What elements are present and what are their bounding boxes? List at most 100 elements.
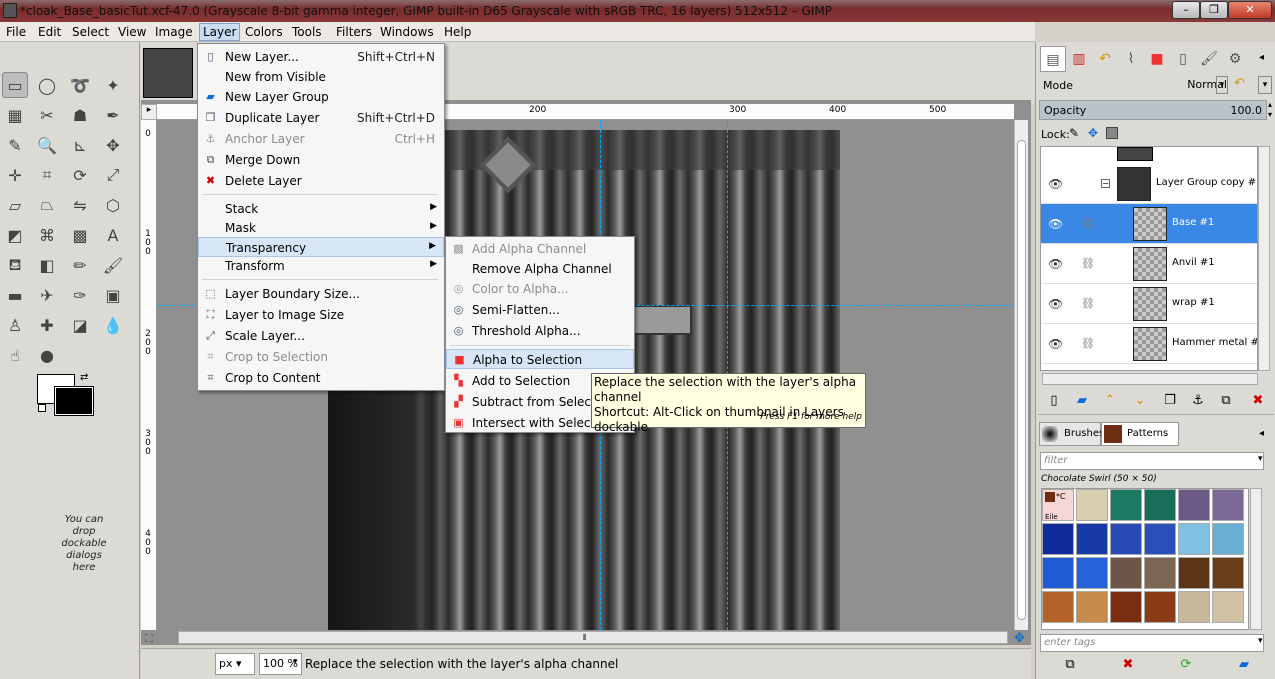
layer-name[interactable]: Anvil #1 — [1172, 257, 1215, 268]
paths-tool-icon[interactable]: ✒ — [100, 102, 126, 128]
ellipse-select-tool-icon[interactable]: ◯ — [34, 72, 60, 98]
bucket-fill-tool-icon[interactable]: ⛾ — [2, 252, 28, 278]
channels-tab-icon[interactable]: ▥ — [1066, 46, 1092, 72]
shear-tool-icon[interactable]: ▱ — [2, 192, 28, 218]
duplicate-layer-icon[interactable]: ❐ — [1160, 392, 1180, 410]
layer-row[interactable]: 👁 − Layer Group copy #1 — [1041, 164, 1257, 204]
perspective-clone-tool-icon[interactable]: ◪ — [67, 312, 93, 338]
pattern-open-icon[interactable]: ⧉ — [1060, 656, 1080, 674]
pattern-swatch[interactable] — [1144, 489, 1176, 521]
paths-tab-icon[interactable]: ⌇ — [1118, 46, 1144, 72]
menu-delete-layer[interactable]: ✖ Delete Layer — [198, 171, 444, 191]
layers-scrollbar[interactable] — [1258, 146, 1270, 371]
layer-thumbnail[interactable] — [1133, 207, 1167, 241]
foreground-select-tool-icon[interactable]: ☗ — [67, 102, 93, 128]
tags-dropdown-icon[interactable]: ▾ — [1258, 636, 1263, 646]
text-tool-icon[interactable]: A — [100, 222, 126, 248]
layer-name[interactable]: Hammer metal #1 — [1172, 337, 1257, 348]
menu-duplicate-layer[interactable]: ❐ Duplicate Layer Shift+Ctrl+D — [198, 108, 444, 128]
chain-link-icon[interactable]: ⛓ — [1081, 217, 1095, 230]
pattern-swatch[interactable] — [1212, 557, 1244, 589]
mode-reset-icon[interactable]: ↶ — [1234, 76, 1245, 91]
checker-icon[interactable]: ▩ — [67, 222, 93, 248]
patterns-scrollbar[interactable] — [1250, 488, 1262, 630]
layer-name[interactable]: Layer Group copy #1 — [1156, 177, 1257, 188]
brush-tab-icon[interactable]: 🖌 — [1196, 46, 1222, 72]
navigate-corner-icon[interactable]: ⛶ — [145, 632, 153, 646]
layers-tab-icon[interactable]: ▤ — [1040, 46, 1066, 72]
menu-view[interactable]: View — [118, 25, 146, 39]
chain-link-icon[interactable]: ⛓ — [1081, 257, 1095, 270]
menu-colors[interactable]: Colors — [245, 25, 283, 39]
quick-mask-icon[interactable]: ▸ — [141, 104, 157, 120]
menu-layer[interactable]: Layer — [199, 23, 241, 41]
paintbrush-tool-icon[interactable]: 🖌 — [100, 252, 126, 278]
chain-link-icon[interactable]: ⛓ — [1081, 337, 1095, 350]
opacity-spinner[interactable]: ▴ ▾ — [1268, 100, 1275, 120]
layer-thumbnail[interactable] — [1133, 247, 1167, 281]
menu-new-from-visible[interactable]: New from Visible — [198, 67, 444, 87]
pattern-swatch[interactable]: *C Eile — [1042, 489, 1074, 521]
scale-tool-icon[interactable]: ⤢ — [100, 162, 126, 188]
menu-new-layer[interactable]: ▯ New Layer... Shift+Ctrl+N — [198, 47, 444, 67]
merge-down-icon[interactable]: ⧉ — [1216, 392, 1236, 410]
crop-tool-icon[interactable]: ⌗ — [34, 162, 60, 188]
rect-select-tool-icon[interactable]: ▭ — [2, 72, 28, 98]
menu-alpha-to-selection[interactable]: ■ Alpha to Selection — [446, 349, 634, 369]
cage-tool-icon[interactable]: ⬡ — [100, 192, 126, 218]
pattern-swatch[interactable] — [1212, 523, 1244, 555]
menu-remove-alpha-channel[interactable]: Remove Alpha Channel — [446, 259, 634, 279]
pattern-swatch[interactable] — [1076, 591, 1108, 623]
patterns-tab[interactable]: Patterns — [1101, 422, 1179, 446]
menu-threshold-alpha[interactable]: ◎ Threshold Alpha... — [446, 321, 634, 341]
menu-windows[interactable]: Windows — [380, 25, 434, 39]
menu-file[interactable]: File — [6, 25, 26, 39]
menu-stack[interactable]: Stack ▶ — [198, 199, 444, 219]
menu-help[interactable]: Help — [444, 25, 471, 39]
pattern-refresh-icon[interactable]: ⟳ — [1176, 656, 1196, 674]
horizontal-scrollbar[interactable]: ⦀ — [178, 631, 1008, 644]
menu-layer-boundary-size[interactable]: ⬚ Layer Boundary Size... — [198, 284, 444, 304]
pattern-swatch[interactable] — [1110, 523, 1142, 555]
menu-semi-flatten[interactable]: ◎ Semi-Flatten... — [446, 300, 634, 320]
background-color-swatch[interactable] — [54, 386, 94, 416]
scissors-tool-icon[interactable]: ✂ — [34, 102, 60, 128]
pattern-swatch[interactable] — [1144, 591, 1176, 623]
filter-dropdown-icon[interactable]: ▾ — [1258, 454, 1263, 464]
color-select-tool-icon[interactable]: ▦ — [2, 102, 28, 128]
pattern-swatch[interactable] — [1212, 591, 1244, 623]
pattern-swatch[interactable] — [1042, 591, 1074, 623]
eraser-tool-icon[interactable]: ▬ — [2, 282, 28, 308]
navigate-icon[interactable]: ✥ — [1014, 631, 1025, 646]
mode-dropdown-icon[interactable]: ▾ — [1216, 76, 1228, 94]
tool-options-tab-icon[interactable]: ⚙ — [1222, 46, 1248, 72]
pattern-swatch[interactable] — [1076, 523, 1108, 555]
menu-transform[interactable]: Transform ▶ — [198, 256, 444, 276]
layers-list[interactable]: 👁 − Layer Group copy #1 👁 ⛓ Base #1 👁 ⛓ … — [1040, 146, 1258, 371]
lock-pixels-icon[interactable]: ✎ — [1069, 126, 1079, 140]
lock-position-icon[interactable]: ✥ — [1088, 126, 1098, 140]
default-colors-icon[interactable] — [38, 404, 46, 412]
menu-select[interactable]: Select — [72, 25, 109, 39]
pattern-swatch[interactable] — [1178, 557, 1210, 589]
brushes-tab[interactable]: Brushes — [1039, 422, 1104, 446]
visibility-eye-icon[interactable]: 👁 — [1048, 337, 1063, 351]
vertical-scroll-thumb[interactable] — [1017, 140, 1026, 620]
pattern-swatch[interactable] — [1076, 557, 1108, 589]
layer-row-selected[interactable]: 👁 ⛓ Base #1 — [1041, 204, 1257, 244]
pencil-tool-icon[interactable]: ✏ — [67, 252, 93, 278]
unit-select[interactable]: px ▾ — [215, 653, 255, 675]
menu-merge-down[interactable]: ⧉ Merge Down — [198, 150, 444, 170]
patterns-menu-icon[interactable]: ◂ — [1259, 428, 1264, 439]
anchor-layer-icon[interactable]: ⚓ — [1188, 392, 1208, 410]
visibility-eye-icon[interactable]: 👁 — [1048, 257, 1063, 271]
new-group-icon[interactable]: ▰ — [1072, 392, 1092, 410]
minimize-button[interactable]: – — [1172, 1, 1200, 19]
align-tool-icon[interactable]: ✛ — [2, 162, 28, 188]
menu-mask[interactable]: Mask ▶ — [198, 218, 444, 238]
layer-row[interactable]: 👁 ⛓ wrap #1 — [1041, 284, 1257, 324]
dodge-burn-tool-icon[interactable]: ● — [34, 342, 60, 368]
pattern-swatch[interactable] — [1110, 557, 1142, 589]
visibility-eye-icon[interactable]: 👁 — [1048, 177, 1063, 191]
menu-image[interactable]: Image — [155, 25, 193, 39]
